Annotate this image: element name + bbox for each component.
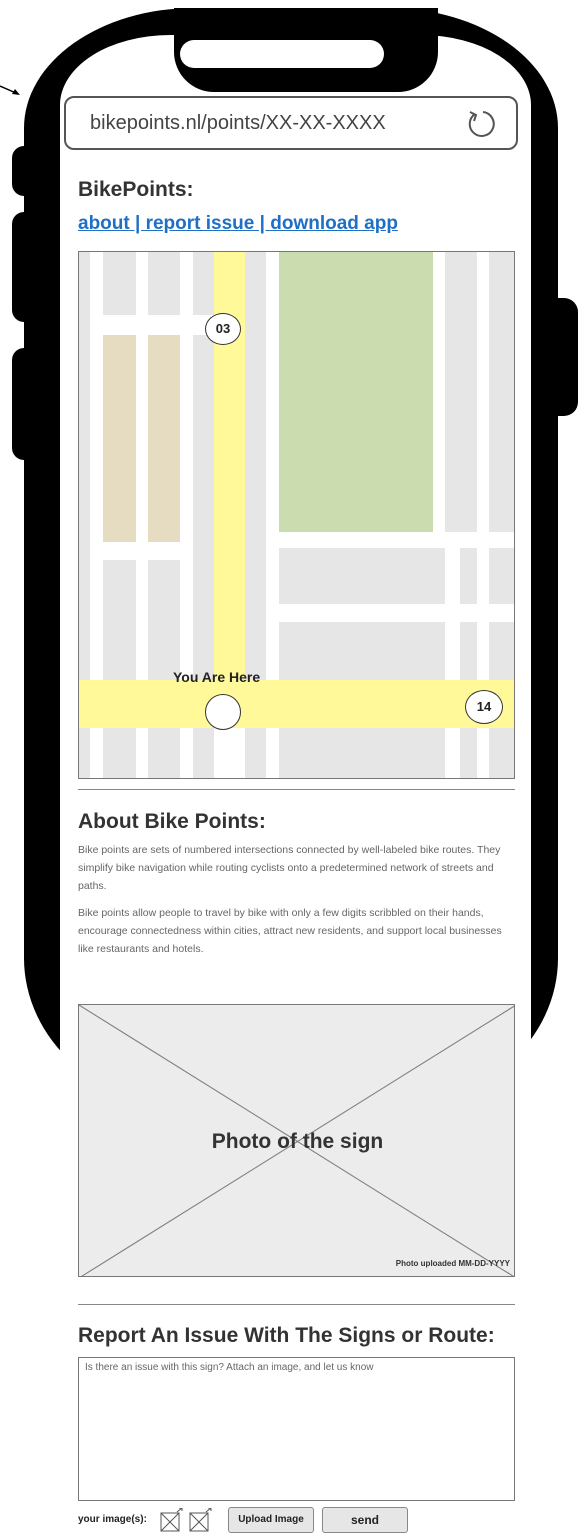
image-thumbnail-icon[interactable] xyxy=(160,1508,184,1532)
you-are-here-label: You Are Here xyxy=(173,669,261,685)
nav-about-link[interactable]: about xyxy=(78,213,130,234)
reload-icon[interactable] xyxy=(466,107,500,141)
about-heading: About Bike Points: xyxy=(78,810,266,833)
bike-points-map[interactable]: 03 14 You Are Here xyxy=(78,251,515,779)
site-title: BikePoints: xyxy=(78,178,194,201)
report-issue-heading: Report An Issue With The Signs or Route: xyxy=(78,1324,495,1347)
upload-image-button[interactable]: Upload Image xyxy=(228,1507,314,1533)
photo-label: Photo of the sign xyxy=(211,1130,384,1153)
current-location-marker[interactable] xyxy=(205,694,241,730)
image-thumbnail-icon[interactable] xyxy=(189,1508,213,1532)
arrow-pointer-icon xyxy=(0,85,20,95)
about-paragraph: Bike points allow people to travel by bi… xyxy=(78,907,502,955)
section-divider xyxy=(78,1304,515,1305)
your-images-label: your image(s): xyxy=(78,1514,147,1525)
nav-report-issue-link[interactable]: report issue xyxy=(146,213,255,234)
section-divider xyxy=(78,789,515,790)
url-text[interactable]: bikepoints.nl/points/XX-XX-XXXX xyxy=(90,112,386,135)
bike-point-marker[interactable]: 03 xyxy=(205,313,241,345)
nav-separator: | xyxy=(254,213,271,234)
map-canvas xyxy=(79,252,514,778)
bike-point-marker[interactable]: 14 xyxy=(465,690,503,724)
issue-description-input[interactable] xyxy=(78,1357,515,1501)
send-button[interactable]: send xyxy=(322,1507,408,1533)
about-paragraph: Bike points are sets of numbered interse… xyxy=(78,844,501,892)
nav-separator: | xyxy=(129,213,146,234)
nav-links: about | report issue | download app xyxy=(78,213,398,235)
photo-upload-date: Photo uploaded MM-DD-YYYY xyxy=(395,1259,510,1268)
speaker-grille xyxy=(180,40,384,68)
sign-photo-placeholder: Photo of the sign Photo uploaded MM-DD-Y… xyxy=(78,1004,515,1277)
address-bar[interactable]: bikepoints.nl/points/XX-XX-XXXX xyxy=(64,96,518,150)
nav-download-app-link[interactable]: download app xyxy=(270,213,398,234)
